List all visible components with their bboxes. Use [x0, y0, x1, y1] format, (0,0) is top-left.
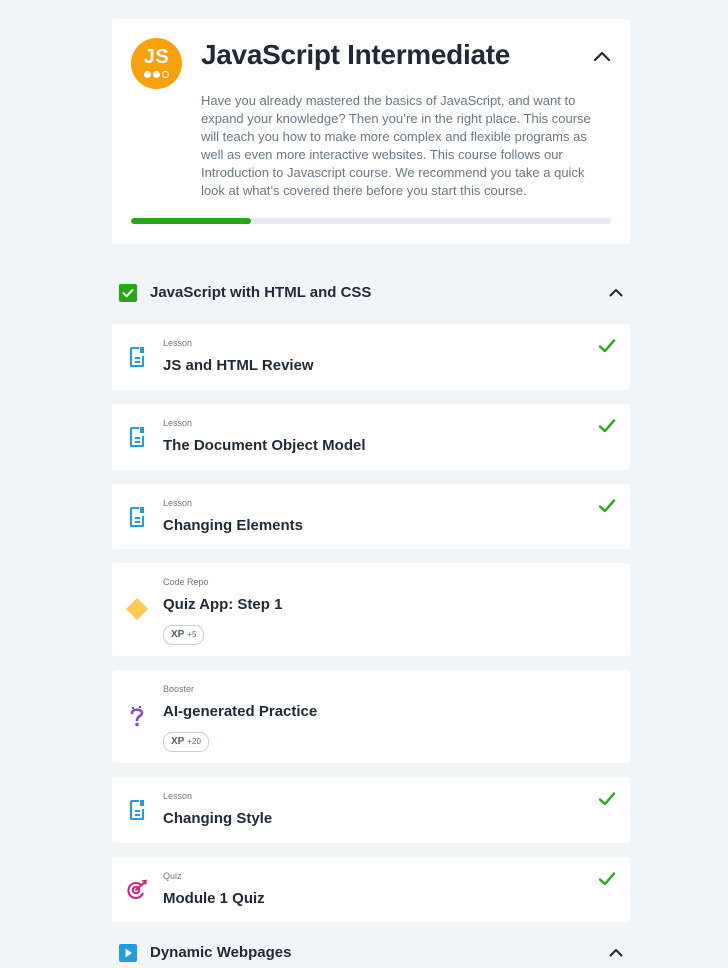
item-title: AI-generated Practice: [163, 703, 318, 720]
booster-item[interactable]: Booster AI-generated Practice XP +20: [112, 670, 630, 763]
lesson-icon: [130, 800, 144, 820]
course-title: JavaScript Intermediate: [201, 39, 511, 70]
module-collapse-button[interactable]: [606, 943, 626, 963]
lesson-icon: [130, 507, 144, 527]
completed-check-icon: [598, 872, 616, 886]
code-repo-icon: [126, 598, 148, 620]
completed-check-icon: [598, 792, 616, 806]
item-title: Changing Style: [163, 810, 273, 827]
quiz-item[interactable]: Quiz Module 1 Quiz: [112, 857, 630, 922]
lesson-item[interactable]: Lesson JS and HTML Review: [112, 324, 630, 390]
xp-points: +20: [187, 737, 201, 746]
course-description: Have you already mastered the basics of …: [201, 93, 591, 198]
item-type: Lesson: [163, 498, 193, 508]
chevron-up-icon: [593, 51, 611, 62]
code-repo-item[interactable]: Code Repo Quiz App: Step 1 XP +5: [112, 563, 630, 656]
lesson-item[interactable]: Lesson The Document Object Model: [112, 404, 630, 470]
item-type: Lesson: [163, 338, 193, 348]
course-progress-bar: [131, 218, 611, 224]
completed-check-icon: [598, 419, 616, 433]
item-title: Quiz App: Step 1: [163, 596, 283, 613]
chevron-up-icon: [609, 289, 623, 297]
lesson-icon: [130, 427, 144, 447]
item-type: Booster: [163, 684, 195, 694]
module-title: JavaScript with HTML and CSS: [150, 284, 372, 301]
module-header-1[interactable]: JavaScript with HTML and CSS: [112, 278, 630, 308]
xp-label: XP: [171, 736, 185, 747]
chevron-up-icon: [609, 949, 623, 957]
item-title: The Document Object Model: [163, 437, 366, 454]
module-collapse-button[interactable]: [606, 283, 626, 303]
item-type: Code Repo: [163, 577, 209, 587]
module-completed-check-icon: [119, 284, 137, 302]
item-type: Lesson: [163, 791, 193, 801]
lesson-icon: [130, 347, 144, 367]
item-type: Quiz: [163, 871, 182, 881]
course-logo: JS: [131, 38, 182, 89]
item-type: Lesson: [163, 418, 193, 428]
item-title: JS and HTML Review: [163, 357, 314, 374]
course-logo-dots: [144, 71, 170, 79]
course-logo-text: JS: [143, 46, 170, 68]
module-title: Dynamic Webpages: [150, 944, 292, 961]
item-title: Module 1 Quiz: [163, 890, 265, 907]
completed-check-icon: [598, 339, 616, 353]
lesson-item[interactable]: Lesson Changing Style: [112, 777, 630, 843]
xp-badge: XP +5: [163, 625, 205, 645]
course-header-card: JS JavaScript Intermediate Have you alre…: [112, 19, 630, 244]
course-collapse-button[interactable]: [592, 47, 612, 67]
lesson-item[interactable]: Lesson Changing Elements: [112, 484, 630, 549]
item-title: Changing Elements: [163, 517, 304, 534]
module-play-icon: [119, 944, 137, 962]
course-progress-fill: [131, 218, 251, 224]
xp-label: XP: [171, 629, 185, 640]
xp-points: +5: [187, 630, 197, 639]
xp-badge: XP +20: [163, 732, 209, 752]
quiz-icon: [127, 879, 147, 900]
completed-check-icon: [598, 499, 616, 513]
booster-icon: [130, 706, 144, 727]
